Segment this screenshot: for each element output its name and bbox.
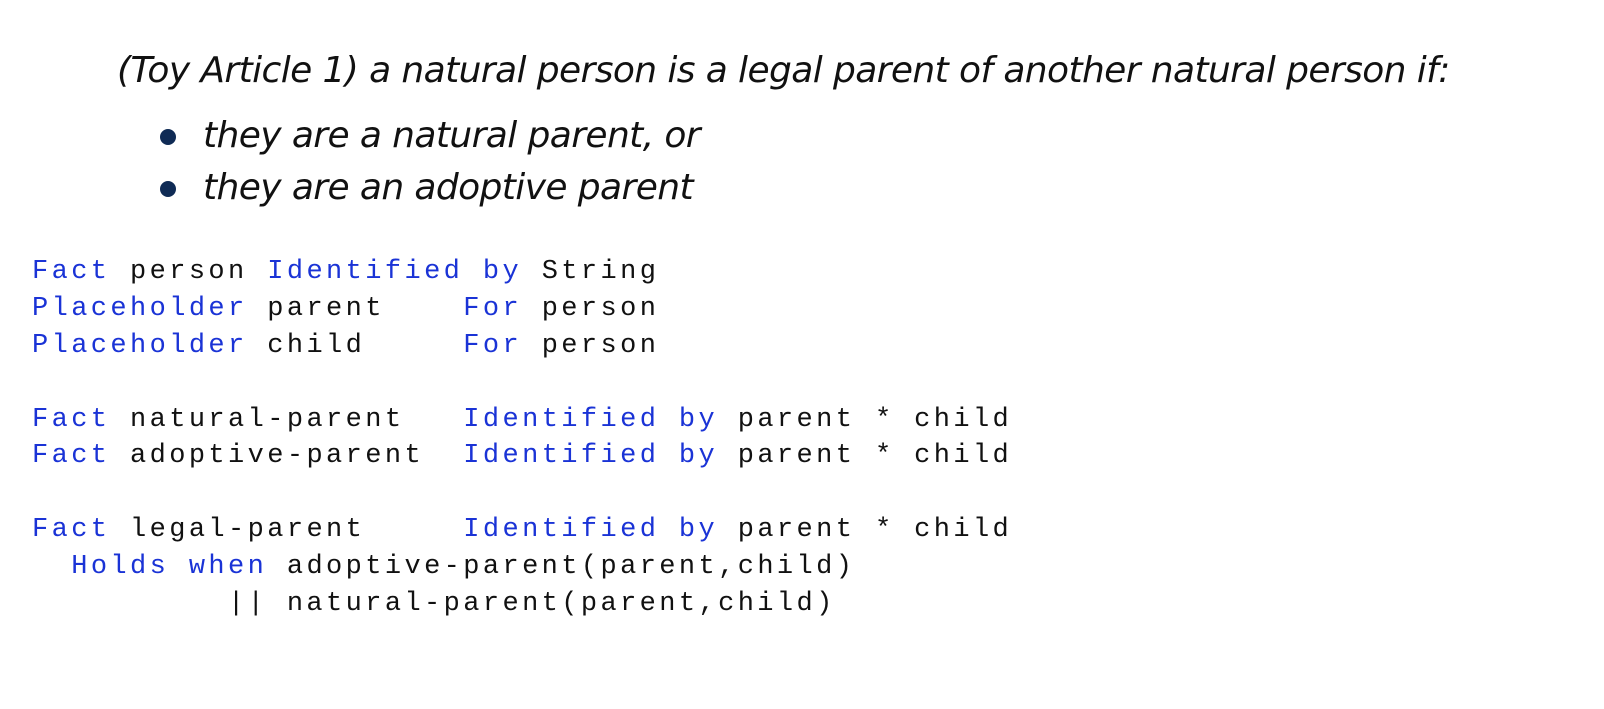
code-keyword: Fact <box>32 257 111 287</box>
code-text: person <box>110 257 268 287</box>
code-keyword: For <box>463 293 523 324</box>
code-text: adoptive-parent(parent,child) <box>267 552 856 583</box>
code-listing: Fact person Identified by String Placehol… <box>32 254 1012 623</box>
code-line: || natural-parent(parent,child) <box>32 586 1012 623</box>
code-keyword: Identified by <box>267 257 523 287</box>
code-line: Placeholder parent For person <box>32 291 1012 328</box>
code-text: legal-parent <box>110 515 464 546</box>
condition-item-natural: they are a natural parent, or <box>155 110 701 162</box>
code-text: parent * child <box>718 441 1013 472</box>
code-text: natural-parent <box>110 404 464 435</box>
code-text: parent * child <box>718 515 1013 546</box>
condition-list: they are a natural parent, or they are a… <box>155 110 701 214</box>
condition-text: they are an adoptive parent <box>203 167 694 208</box>
bullet-icon <box>160 181 176 197</box>
code-text: parent <box>247 293 464 324</box>
code-line: Fact natural-parent Identified by parent… <box>32 402 1012 439</box>
bullet-icon <box>160 129 176 145</box>
code-line: Fact person Identified by String <box>32 254 1012 291</box>
code-keyword: Identified by <box>463 515 719 546</box>
code-keyword: Fact <box>32 441 111 472</box>
code-text: child <box>247 330 464 361</box>
code-line: Fact legal-parent Identified by parent *… <box>32 512 1012 549</box>
code-text: || natural-parent(parent,child) <box>32 589 836 620</box>
code-keyword: Fact <box>32 404 111 435</box>
code-line: Fact adoptive-parent Identified by paren… <box>32 438 1012 475</box>
code-line: Placeholder child For person <box>32 328 1012 365</box>
code-keyword: Identified by <box>463 441 719 472</box>
code-keyword: Fact <box>32 515 111 546</box>
code-text: person <box>522 293 660 324</box>
condition-item-adoptive: they are an adoptive parent <box>155 162 700 214</box>
article-heading: (Toy Article 1) a natural person is a le… <box>117 50 1450 91</box>
code-keyword: Placeholder <box>32 293 248 324</box>
code-text: String <box>522 257 660 287</box>
code-line: Holds when adoptive-parent(parent,child) <box>32 549 1012 586</box>
code-keyword: Holds when <box>71 552 268 583</box>
code-text: person <box>522 330 660 361</box>
code-text: parent * child <box>718 404 1013 435</box>
code-keyword: Identified by <box>463 404 719 435</box>
condition-text: they are a natural parent, or <box>203 115 701 156</box>
code-keyword: Placeholder <box>32 330 248 361</box>
code-text: adoptive-parent <box>110 441 464 472</box>
code-keyword: For <box>463 330 523 361</box>
